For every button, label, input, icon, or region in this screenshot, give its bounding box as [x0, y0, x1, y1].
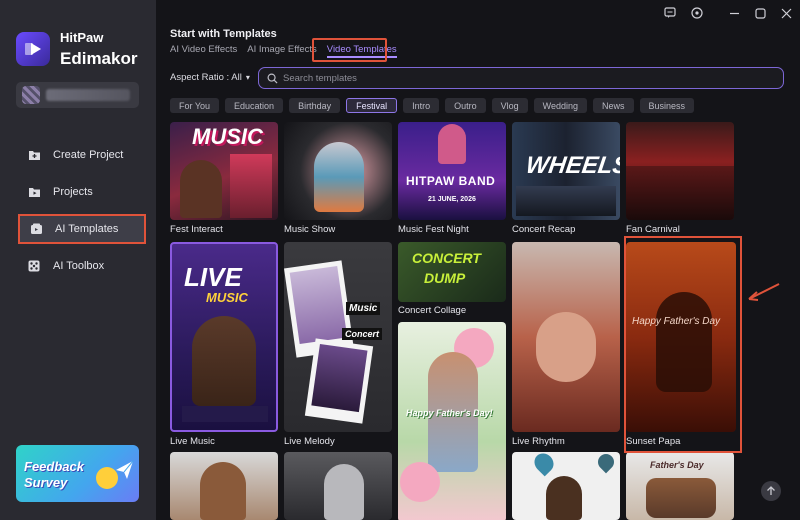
chip-outro[interactable]: Outro [445, 98, 486, 113]
paper-plane-icon [116, 460, 134, 479]
feedback-line2: Survey [24, 475, 68, 490]
sidebar-item-label: Projects [53, 186, 93, 198]
play-logo-icon [25, 43, 41, 55]
template-thumbnail: Music Concert [284, 242, 392, 432]
sidebar-item-label: AI Templates [55, 223, 119, 235]
template-thumbnail: HITPAW BAND 21 JUNE, 2026 [398, 122, 506, 220]
annotation-arrow-icon [748, 283, 780, 301]
template-label: Fest Interact [170, 224, 223, 235]
template-label: Music Show [284, 224, 336, 235]
feedback-survey-banner[interactable]: Feedback Survey [16, 445, 139, 502]
tab-ai-image-effects[interactable]: AI Image Effects [247, 44, 317, 58]
thumb-text: Father's Day [650, 460, 704, 470]
chip-wedding[interactable]: Wedding [533, 98, 588, 113]
maximize-icon[interactable] [753, 6, 767, 20]
search-icon [267, 73, 278, 84]
folder-icon [27, 185, 41, 199]
chip-vlog[interactable]: Vlog [491, 98, 528, 113]
feedback-line1: Feedback [24, 459, 84, 474]
thumb-text: Music [346, 302, 381, 315]
chip-for-you[interactable]: For You [170, 98, 220, 113]
template-thumbnail [284, 452, 392, 520]
search-box[interactable] [258, 67, 784, 89]
aspect-ratio-label: Aspect Ratio : All [170, 72, 242, 83]
chip-business[interactable]: Business [639, 98, 695, 113]
thumb-text: CONCERT [412, 250, 481, 266]
thumb-text: MUSIC [192, 124, 263, 149]
template-thumbnail [512, 452, 620, 520]
template-label: Concert Collage [398, 305, 467, 316]
chip-news[interactable]: News [593, 98, 634, 113]
template-label: Live Melody [284, 436, 335, 447]
thumb-text: LIVE [184, 262, 242, 292]
account-badge[interactable] [16, 82, 139, 108]
template-label: Concert Recap [512, 224, 576, 235]
template-thumbnail [512, 242, 620, 432]
sidebar: HitPaw Edimakor Create Project Projects … [0, 0, 156, 520]
category-chips: For You Education Birthday Festival Intr… [170, 98, 700, 113]
template-label: Live Music [170, 436, 215, 447]
sidebar-item-ai-templates[interactable]: AI Templates [18, 214, 146, 244]
chip-festival[interactable]: Festival [346, 98, 398, 113]
sidebar-item-label: Create Project [53, 149, 124, 161]
template-thumbnail: WHEELS [512, 122, 620, 220]
arrow-up-icon [767, 486, 775, 495]
tab-highlight-box [312, 38, 387, 62]
thumb-subtext: 21 JUNE, 2026 [428, 196, 476, 203]
template-label: Live Rhythm [512, 436, 565, 447]
avatar [22, 86, 40, 104]
template-label: Music Fest Night [398, 224, 469, 235]
sidebar-item-projects[interactable]: Projects [18, 177, 146, 207]
template-thumbnail: LIVE MUSIC [170, 242, 278, 432]
scroll-to-top-button[interactable] [761, 481, 781, 501]
thumb-text: WHEELS [524, 152, 620, 179]
selected-template-highlight [624, 236, 742, 453]
thumb-text: HITPAW BAND [406, 174, 496, 188]
page-title: Start with Templates [170, 28, 277, 40]
chip-intro[interactable]: Intro [403, 98, 440, 113]
minimize-icon[interactable] [727, 6, 741, 20]
template-thumbnail [626, 122, 734, 220]
template-thumbnail: CONCERT DUMP [398, 242, 506, 302]
toolbox-icon [27, 259, 41, 273]
template-thumbnail: Happy Father's Day! [398, 322, 506, 520]
account-name-blurred [46, 89, 130, 101]
aspect-ratio-dropdown[interactable]: Aspect Ratio : All ▾ [170, 72, 250, 83]
ai-template-icon [29, 222, 43, 236]
template-label: Fan Carnival [626, 224, 680, 235]
brand-top: HitPaw [60, 30, 104, 45]
sidebar-item-ai-toolbox[interactable]: AI Toolbox [18, 251, 146, 281]
record-icon[interactable] [690, 6, 704, 20]
thumb-subtext: MUSIC [206, 290, 248, 305]
template-thumbnail [284, 122, 392, 220]
template-thumbnail [170, 452, 278, 520]
chip-education[interactable]: Education [225, 98, 284, 113]
chip-birthday[interactable]: Birthday [289, 98, 341, 113]
sidebar-item-label: AI Toolbox [53, 260, 105, 272]
thumb-subtext: DUMP [424, 270, 466, 286]
search-input[interactable] [283, 72, 763, 84]
thumb-text: Happy Father's Day! [406, 408, 493, 418]
app-logo [16, 32, 50, 66]
template-thumbnail: MUSIC [170, 122, 278, 220]
message-icon[interactable] [663, 6, 677, 20]
brand-main: Edimakor [60, 49, 138, 68]
plus-folder-icon [27, 148, 41, 162]
thumb-subtext: Concert [342, 328, 383, 340]
sidebar-item-create-project[interactable]: Create Project [18, 140, 146, 170]
close-icon[interactable] [779, 6, 793, 20]
template-thumbnail: Father's Day [626, 452, 734, 520]
chevron-down-icon: ▾ [245, 73, 250, 82]
tab-ai-video-effects[interactable]: AI Video Effects [170, 44, 237, 58]
